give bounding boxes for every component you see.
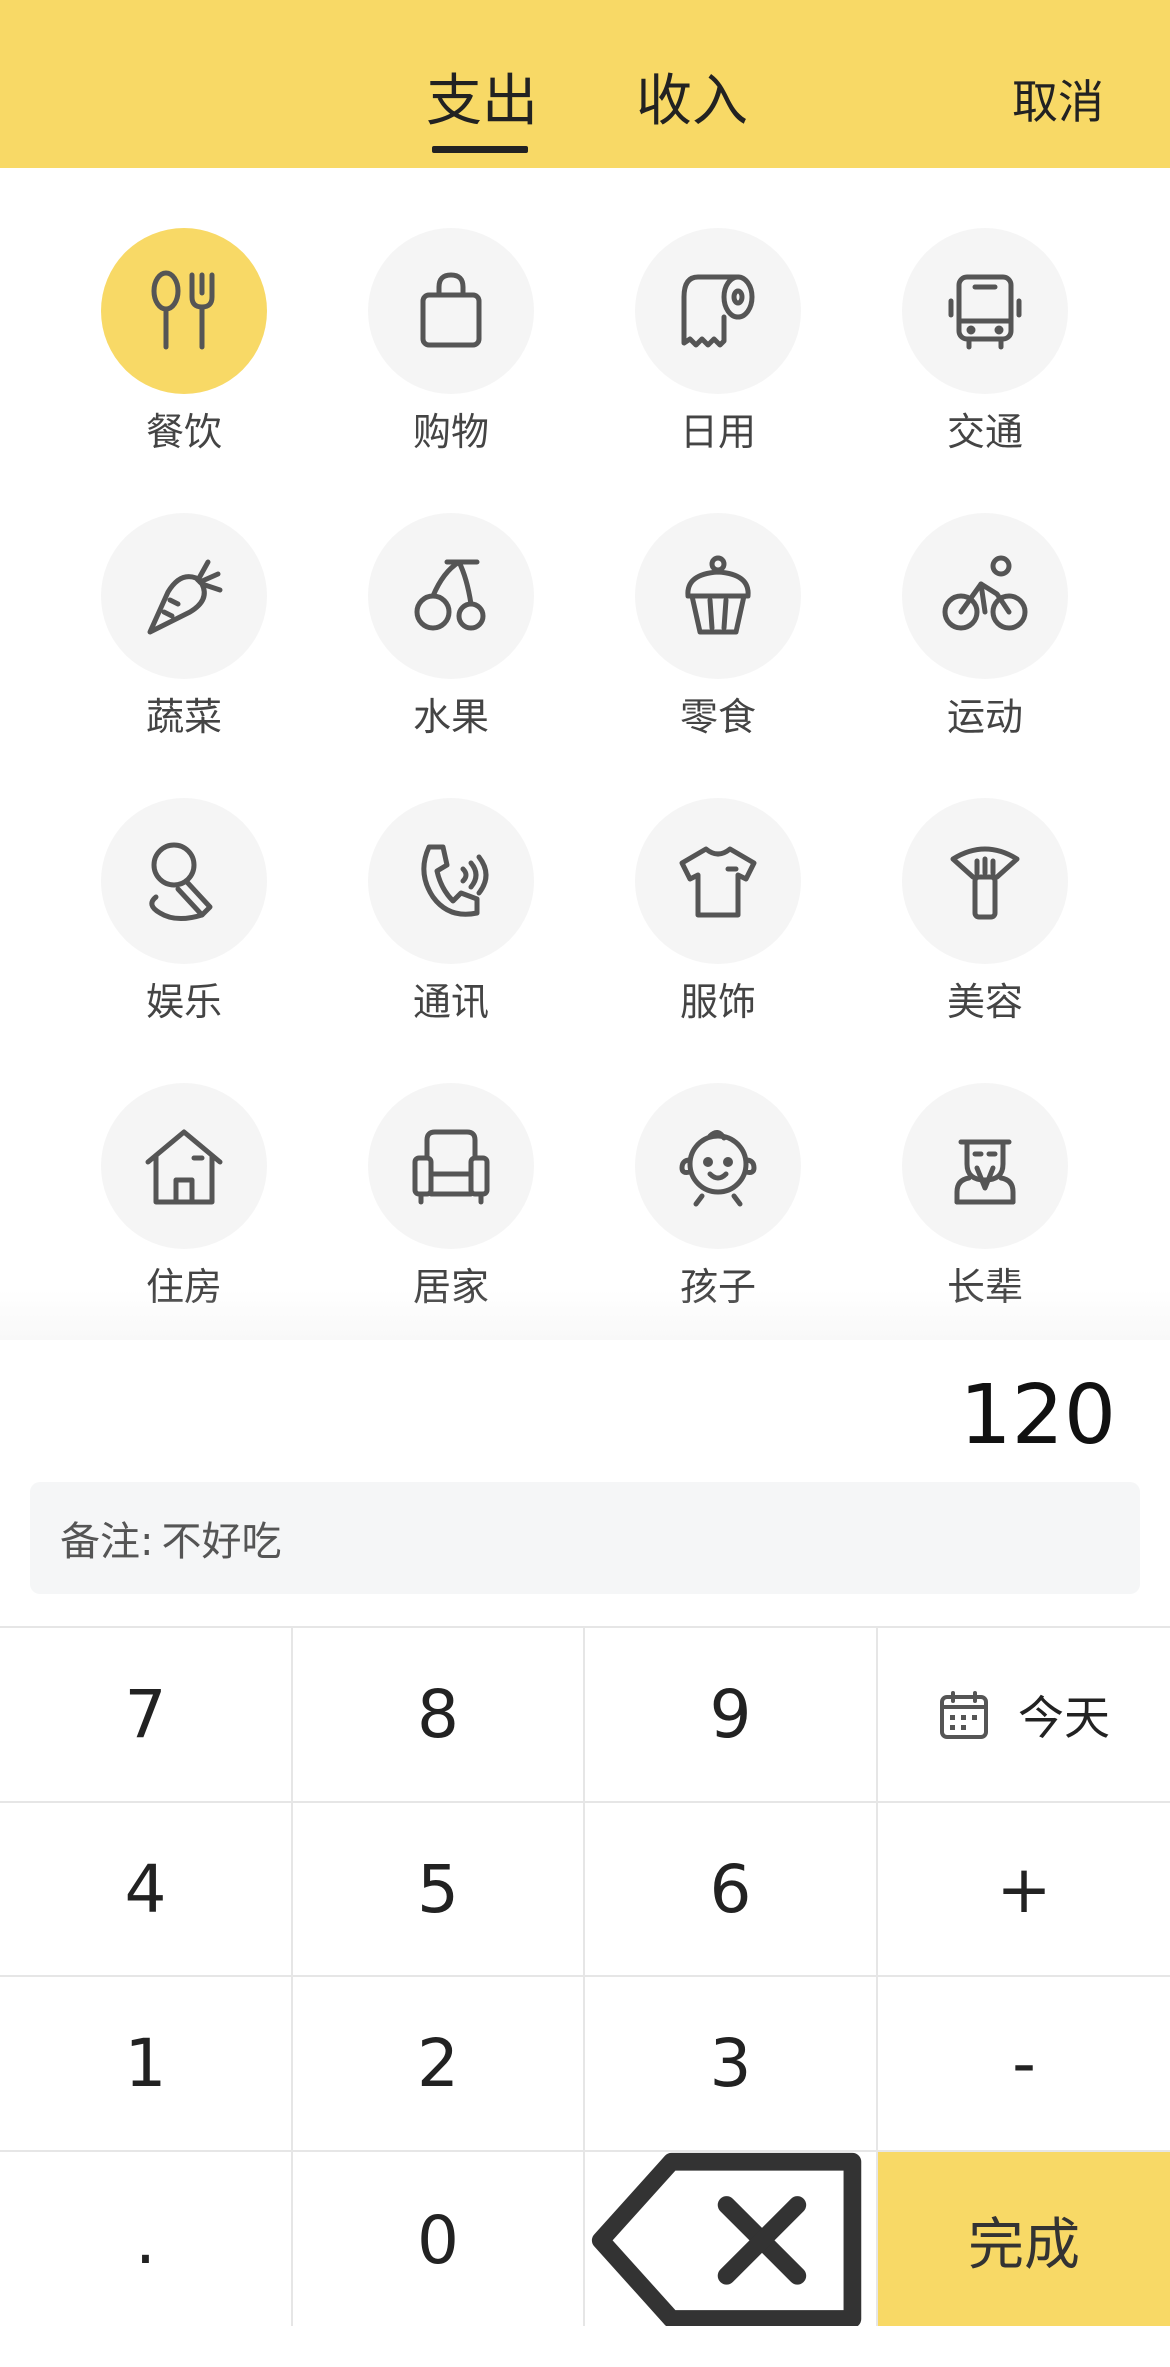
cyclist-icon xyxy=(942,555,1028,631)
toilet-paper-icon xyxy=(681,274,755,348)
tab-expense[interactable]: 支出 xyxy=(426,62,538,142)
category-icon-circle xyxy=(635,513,801,679)
key-7[interactable]: 7 xyxy=(0,1628,293,1803)
category-label: 水果 xyxy=(412,695,489,739)
category-label: 零食 xyxy=(679,695,756,739)
category-icon-circle xyxy=(902,798,1068,964)
category-icon-circle xyxy=(368,513,534,679)
category-telecom[interactable]: 通讯 xyxy=(351,798,551,1026)
utensils-icon xyxy=(151,270,215,350)
category-icon-circle xyxy=(635,798,801,964)
key-dot[interactable]: . xyxy=(0,2152,293,2328)
key-9[interactable]: 9 xyxy=(585,1628,878,1803)
category-icon-circle xyxy=(635,228,801,394)
category-label: 通讯 xyxy=(412,980,489,1024)
active-tab-indicator xyxy=(432,146,528,153)
brush-icon xyxy=(950,846,1020,920)
date-label: 今天 xyxy=(1018,1690,1110,1745)
category-beauty[interactable]: 美容 xyxy=(885,798,1085,1026)
date-button[interactable]: 今天 xyxy=(878,1628,1170,1803)
category-label: 美容 xyxy=(946,980,1023,1024)
category-icon-circle xyxy=(368,798,534,964)
category-elders[interactable]: 长辈 xyxy=(885,1083,1085,1311)
category-daily[interactable]: 日用 xyxy=(618,228,818,456)
category-icon-circle xyxy=(902,1083,1068,1249)
category-label: 日用 xyxy=(679,410,756,454)
category-housing[interactable]: 住房 xyxy=(84,1083,284,1311)
bus-icon xyxy=(948,274,1022,350)
elder-icon xyxy=(954,1139,1016,1205)
bottom-safe-area xyxy=(0,2326,1170,2367)
tab-income[interactable]: 收入 xyxy=(636,62,748,142)
house-icon xyxy=(145,1129,223,1205)
shopping-bag-icon xyxy=(420,272,482,348)
category-label: 娱乐 xyxy=(145,980,222,1024)
backspace-icon xyxy=(591,2152,862,2328)
category-icon-circle xyxy=(902,228,1068,394)
key-plus[interactable]: + xyxy=(878,1803,1170,1977)
cancel-button[interactable]: 取消 xyxy=(1012,72,1104,132)
amount-display: 120 xyxy=(959,1368,1116,1463)
category-snacks[interactable]: 零食 xyxy=(618,513,818,741)
entry-area: 120 备注: 不好吃 xyxy=(0,1340,1170,1627)
calendar-icon xyxy=(940,1690,988,1739)
microphone-icon xyxy=(149,842,213,921)
key-5[interactable]: 5 xyxy=(293,1803,585,1977)
tshirt-icon xyxy=(679,846,757,918)
key-1[interactable]: 1 xyxy=(0,1977,293,2152)
cherry-icon xyxy=(414,559,486,631)
key-3[interactable]: 3 xyxy=(585,1977,878,2152)
category-dining[interactable]: 餐饮 xyxy=(84,228,284,456)
note-field[interactable]: 备注: 不好吃 xyxy=(30,1482,1140,1594)
category-icon-circle xyxy=(635,1083,801,1249)
grid-divider-shadow xyxy=(0,1290,1170,1340)
note-label: 备注: xyxy=(60,1519,154,1565)
category-icon-circle xyxy=(101,513,267,679)
category-icon-circle xyxy=(101,1083,267,1249)
category-label: 餐饮 xyxy=(145,410,222,454)
key-minus[interactable]: - xyxy=(878,1977,1170,2152)
category-label: 购物 xyxy=(412,410,489,454)
cupcake-icon xyxy=(685,555,751,635)
category-shopping[interactable]: 购物 xyxy=(351,228,551,456)
key-2[interactable]: 2 xyxy=(293,1977,585,2152)
category-home[interactable]: 居家 xyxy=(351,1083,551,1311)
category-kids[interactable]: 孩子 xyxy=(618,1083,818,1311)
category-icon-circle xyxy=(101,228,267,394)
phone-icon xyxy=(421,844,489,917)
key-6[interactable]: 6 xyxy=(585,1803,878,1977)
carrot-icon xyxy=(147,559,223,635)
category-icon-circle xyxy=(368,228,534,394)
number-keypad: 7 8 9 今天 4 5 6 + 1 2 3 - . 0 完成 xyxy=(0,1626,1170,2328)
category-label: 运动 xyxy=(946,695,1023,739)
key-8[interactable]: 8 xyxy=(293,1628,585,1803)
top-bar: 支出 收入 取消 xyxy=(0,0,1170,168)
category-label: 交通 xyxy=(946,410,1023,454)
category-label: 服饰 xyxy=(679,980,756,1024)
category-icon-circle xyxy=(101,798,267,964)
category-transport[interactable]: 交通 xyxy=(885,228,1085,456)
armchair-icon xyxy=(412,1129,490,1205)
category-fruit[interactable]: 水果 xyxy=(351,513,551,741)
category-icon-circle xyxy=(368,1083,534,1249)
category-grid: 餐饮 购物 日用 交通 蔬菜 水果 零食 运动 娱乐 通讯 服饰 美容 住房 居… xyxy=(0,168,1170,1340)
category-entertainment[interactable]: 娱乐 xyxy=(84,798,284,1026)
category-label: 蔬菜 xyxy=(145,695,222,739)
key-4[interactable]: 4 xyxy=(0,1803,293,1977)
category-icon-circle xyxy=(902,513,1068,679)
backspace-button[interactable] xyxy=(585,2152,878,2328)
note-value: 不好吃 xyxy=(161,1519,282,1565)
baby-face-icon xyxy=(679,1130,757,1207)
category-sports[interactable]: 运动 xyxy=(885,513,1085,741)
done-button[interactable]: 完成 xyxy=(878,2152,1170,2328)
category-apparel[interactable]: 服饰 xyxy=(618,798,818,1026)
category-vegetables[interactable]: 蔬菜 xyxy=(84,513,284,741)
key-0[interactable]: 0 xyxy=(293,2152,585,2328)
